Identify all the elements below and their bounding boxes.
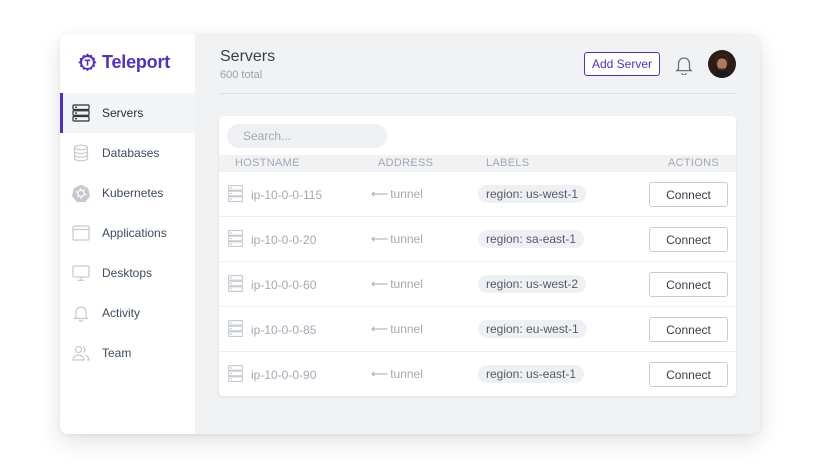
kubernetes-icon [72,184,90,202]
column-header-hostname[interactable]: HOSTNAME [235,157,300,169]
label-badge[interactable]: region: sa-east-1 [478,230,585,248]
hostname: ip-10-0-0-115 [251,188,323,202]
table-row: ip-10-0-0-90 ⟵ tunnel region: us-east-1 C… [219,352,736,396]
user-avatar-icon [708,50,736,78]
table-row: ip-10-0-0-20 ⟵ tunnel region: sa-east-1 C… [219,217,736,262]
server-icon [228,275,243,292]
server-count: 600 total [220,69,263,81]
address: ⟵ tunnel [371,232,423,246]
teleport-logo[interactable]: Teleport [77,51,170,73]
address: ⟵ tunnel [371,187,423,201]
bell-icon [72,304,90,322]
sidebar-item-label: Applications [102,226,167,240]
teleport-logo-icon [78,52,97,71]
sidebar-item-label: Kubernetes [102,186,164,200]
table-row: ip-10-0-0-60 ⟵ tunnel region: us-west-2 C… [219,262,736,307]
search-input[interactable] [227,124,387,148]
add-server-button[interactable]: Add Server [584,52,660,76]
sidebar-item-applications[interactable]: Applications [60,213,195,253]
application-window-icon [72,224,90,242]
sidebar-item-label: Activity [102,306,141,320]
address: ⟵ tunnel [371,322,423,336]
table-header: HOSTNAME ADDRESS LABELS ACTIONS [219,155,736,172]
tunnel-arrow-icon: ⟵ [371,322,389,336]
table-body: ip-10-0-0-115 ⟵ tunnel region: us-west-1 … [219,172,736,396]
header-divider [220,93,736,94]
address-value: tunnel [390,232,423,246]
sidebar-item-label: Team [102,346,132,360]
label-badge[interactable]: region: eu-west-1 [478,320,587,338]
sidebar-item-team[interactable]: Team [60,333,195,373]
tunnel-arrow-icon: ⟵ [371,367,389,381]
sidebar-item-label: Desktops [102,266,153,280]
notifications-bell-icon[interactable] [675,55,693,75]
column-header-labels: LABELS [486,157,530,169]
avatar[interactable] [708,50,736,78]
tunnel-arrow-icon: ⟵ [371,187,389,201]
servers-table-card: HOSTNAME ADDRESS LABELS ACTIONS ip-10-0-… [219,116,736,396]
connect-button[interactable]: Connect [649,182,728,207]
column-header-actions: ACTIONS [668,157,719,169]
sidebar-item-databases[interactable]: Databases [60,133,195,173]
address-value: tunnel [390,277,423,291]
address: ⟵ tunnel [371,277,423,291]
server-icon [228,365,243,382]
server-icon [72,104,90,122]
hostname: ip-10-0-0-20 [251,233,317,247]
label-badge[interactable]: region: us-west-2 [478,275,587,293]
address-value: tunnel [390,322,423,336]
sidebar-item-servers[interactable]: Servers [60,93,195,133]
main-content: Servers 600 total Add Server HOSTNAME AD… [195,34,760,434]
server-icon [228,320,243,337]
sidebar-item-kubernetes[interactable]: Kubernetes [60,173,195,213]
brand-name: Teleport [102,51,171,72]
sidebar-item-desktops[interactable]: Desktops [60,253,195,293]
monitor-icon [72,264,90,282]
connect-button[interactable]: Connect [649,362,728,387]
sidebar-nav: Servers Databases Kubernetes Application… [60,93,195,373]
connect-button[interactable]: Connect [649,317,728,342]
sidebar-item-label: Databases [102,146,160,160]
address-value: tunnel [390,367,423,381]
column-header-address[interactable]: ADDRESS [378,157,433,169]
sidebar: Teleport Servers Databases Kubernetes Ap… [60,34,195,434]
sidebar-item-activity[interactable]: Activity [60,293,195,333]
label-badge[interactable]: region: us-east-1 [478,365,585,383]
app-window: Teleport Servers Databases Kubernetes Ap… [60,34,760,434]
table-row: ip-10-0-0-115 ⟵ tunnel region: us-west-1 … [219,172,736,217]
server-icon [228,230,243,247]
connect-button[interactable]: Connect [649,227,728,252]
hostname: ip-10-0-0-85 [251,323,317,337]
tunnel-arrow-icon: ⟵ [371,277,389,291]
connect-button[interactable]: Connect [649,272,728,297]
hostname: ip-10-0-0-90 [251,368,317,382]
page-title: Servers [220,48,276,65]
tunnel-arrow-icon: ⟵ [371,232,389,246]
users-icon [72,344,90,362]
label-badge[interactable]: region: us-west-1 [478,185,587,203]
database-icon [72,144,90,162]
address: ⟵ tunnel [371,367,423,381]
server-icon [228,185,243,202]
sidebar-item-label: Servers [102,106,144,120]
address-value: tunnel [390,187,423,201]
table-row: ip-10-0-0-85 ⟵ tunnel region: eu-west-1 C… [219,307,736,352]
hostname: ip-10-0-0-60 [251,278,317,292]
